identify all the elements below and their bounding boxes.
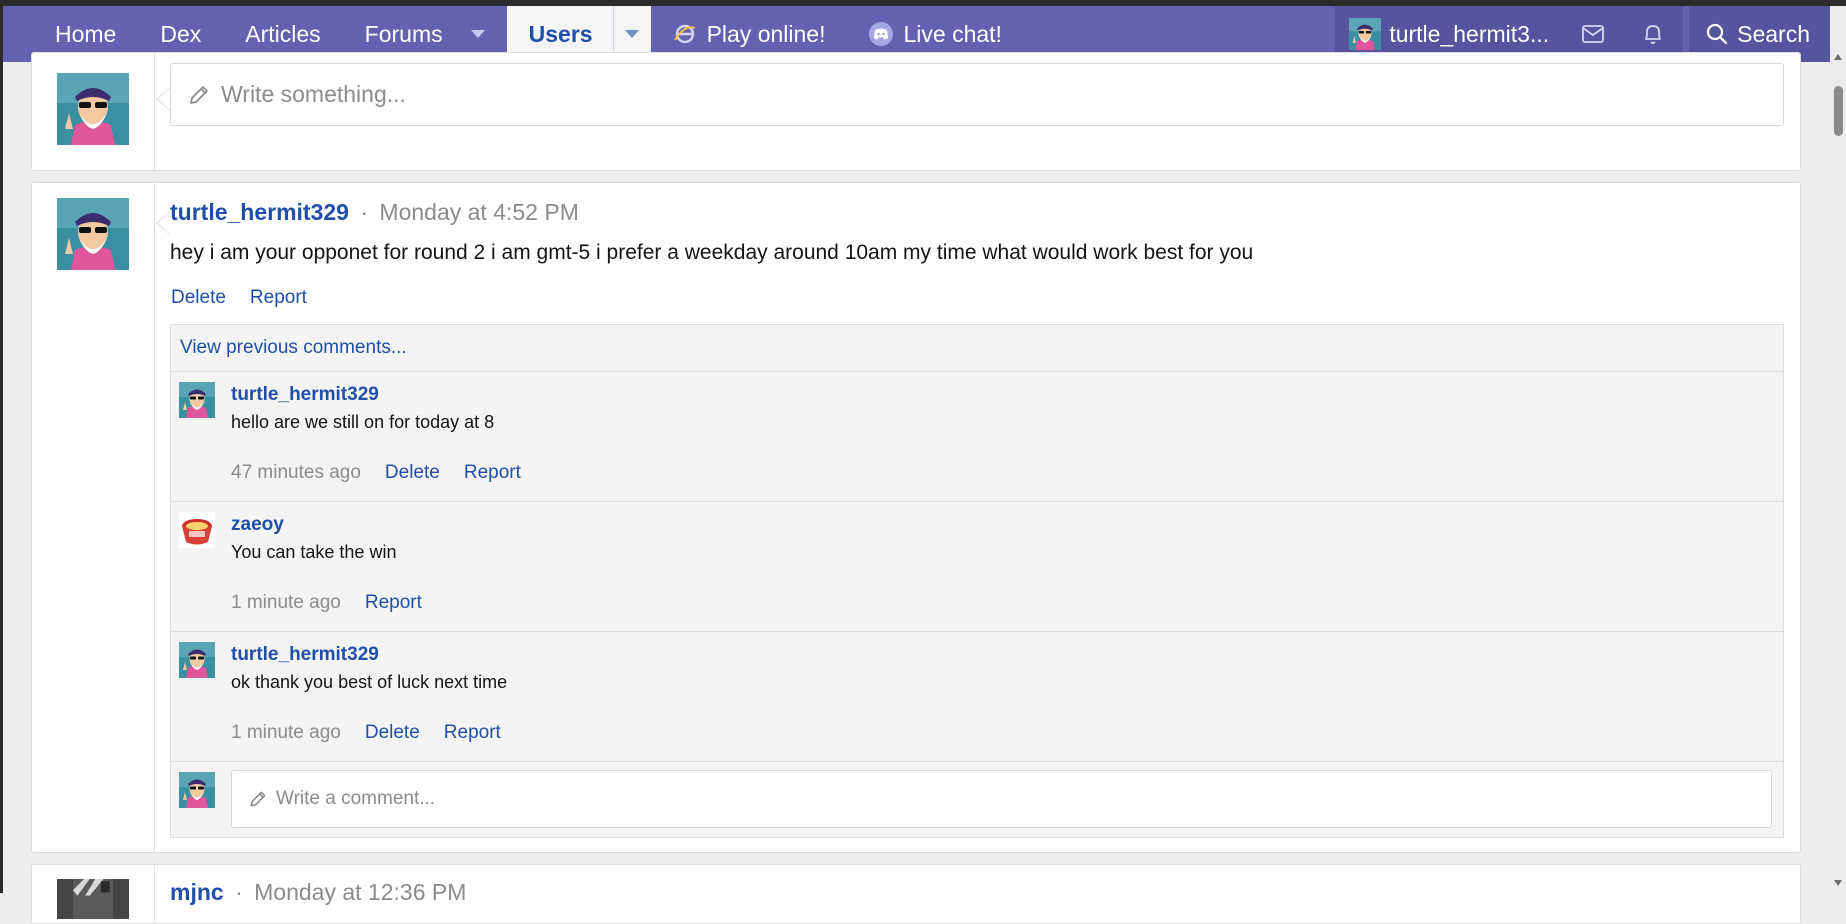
avatar[interactable] [57, 73, 129, 145]
comment-input-placeholder: Write a comment... [276, 788, 436, 809]
discord-icon [869, 22, 894, 46]
avatar-gutter [32, 53, 155, 170]
bell-icon [1645, 25, 1662, 44]
comment-author-link[interactable]: turtle_hermit329 [231, 384, 379, 406]
post-body: hey i am your opponet for round 2 i am g… [170, 241, 1254, 264]
envelope-icon [1582, 25, 1605, 43]
post-author-link[interactable]: turtle_hermit329 [170, 199, 349, 225]
avatar[interactable] [179, 382, 215, 418]
avatar-gutter [32, 183, 155, 852]
comment-author-link[interactable]: zaeoy [231, 514, 284, 536]
avatar-gutter [32, 865, 155, 923]
comment-text: hello are we still on for today at 8 [231, 412, 495, 432]
comment-item: turtle_hermit329 hello are we still on f… [171, 372, 1783, 502]
comment-text: ok thank you best of luck next time [231, 672, 508, 692]
comments-section: View previous comments... turtle_hermit3… [170, 324, 1784, 838]
comment-text: You can take the win [231, 542, 397, 562]
comment-meta: 47 minutes ago Delete Report [231, 462, 521, 484]
view-previous-comments-link[interactable]: View previous comments... [171, 325, 1783, 372]
comment-item: zaeoy You can take the win 1 minute ago … [171, 502, 1783, 632]
avatar [1349, 18, 1381, 50]
status-composer-card: Write something... [31, 52, 1801, 171]
profile-post-card: turtle_hermit329 · Monday at 4:52 PM hey… [31, 182, 1801, 853]
post-author-link[interactable]: mjnc [170, 879, 224, 905]
comment-item: turtle_hermit329 ok thank you best of lu… [171, 632, 1783, 762]
comment-timestamp[interactable]: 1 minute ago [231, 592, 341, 614]
post-timestamp[interactable]: Monday at 4:52 PM [379, 199, 578, 225]
chevron-down-icon[interactable] [470, 30, 485, 38]
pencil-icon [187, 83, 211, 107]
avatar[interactable] [179, 642, 215, 678]
search-label: Search [1737, 20, 1810, 47]
scroll-down-arrow-icon[interactable] [1834, 880, 1842, 886]
comment-meta: 1 minute ago Report [231, 592, 422, 614]
post-timestamp[interactable]: Monday at 12:36 PM [254, 879, 466, 905]
avatar[interactable] [57, 198, 129, 270]
speech-arrow [156, 211, 170, 235]
status-input-placeholder: Write something... [221, 81, 406, 107]
report-post-link[interactable]: Report [250, 287, 307, 309]
post-header: turtle_hermit329 · Monday at 4:52 PM [170, 199, 579, 226]
report-comment-link[interactable]: Report [365, 592, 422, 614]
report-comment-link[interactable]: Report [444, 722, 501, 744]
report-comment-link[interactable]: Report [464, 462, 521, 484]
nav-live-chat-label: Live chat! [903, 20, 1002, 47]
pencil-icon [248, 789, 268, 809]
avatar [179, 772, 215, 808]
delete-comment-link[interactable]: Delete [365, 722, 420, 744]
browser-icon [673, 22, 697, 46]
status-input[interactable]: Write something... [170, 63, 1784, 126]
vertical-scrollbar[interactable] [1830, 50, 1846, 893]
comment-author-link[interactable]: turtle_hermit329 [231, 644, 379, 666]
delete-comment-link[interactable]: Delete [385, 462, 440, 484]
view-previous-label: View previous comments... [180, 337, 407, 358]
separator: · [360, 199, 369, 225]
chevron-down-icon [625, 30, 640, 38]
nav-play-online-label: Play online! [706, 20, 826, 47]
comment-timestamp[interactable]: 1 minute ago [231, 722, 341, 744]
nav-users-label: Users [528, 20, 593, 47]
nav-home-label: Home [55, 20, 117, 47]
comment-meta: 1 minute ago Delete Report [231, 722, 501, 744]
nav-forums-label: Forums [364, 20, 443, 47]
comment-timestamp[interactable]: 47 minutes ago [231, 462, 361, 484]
avatar[interactable] [57, 879, 129, 919]
scrollbar-thumb[interactable] [1834, 86, 1843, 136]
search-icon [1707, 23, 1728, 45]
nav-articles-label: Articles [245, 20, 321, 47]
window-frame-left [0, 0, 3, 893]
next-post-card: mjnc · Monday at 12:36 PM [31, 864, 1801, 924]
avatar[interactable] [179, 512, 215, 548]
comment-input[interactable]: Write a comment... [231, 770, 1772, 828]
nav-dex-label: Dex [160, 20, 202, 47]
post-actions: Delete Report [171, 287, 307, 309]
scroll-up-arrow-icon[interactable] [1834, 54, 1842, 60]
separator: · [235, 879, 243, 905]
speech-arrow [156, 87, 170, 111]
account-name: turtle_hermit3... [1389, 20, 1550, 47]
delete-post-link[interactable]: Delete [171, 287, 226, 309]
comment-composer: Write a comment... [171, 762, 1783, 840]
